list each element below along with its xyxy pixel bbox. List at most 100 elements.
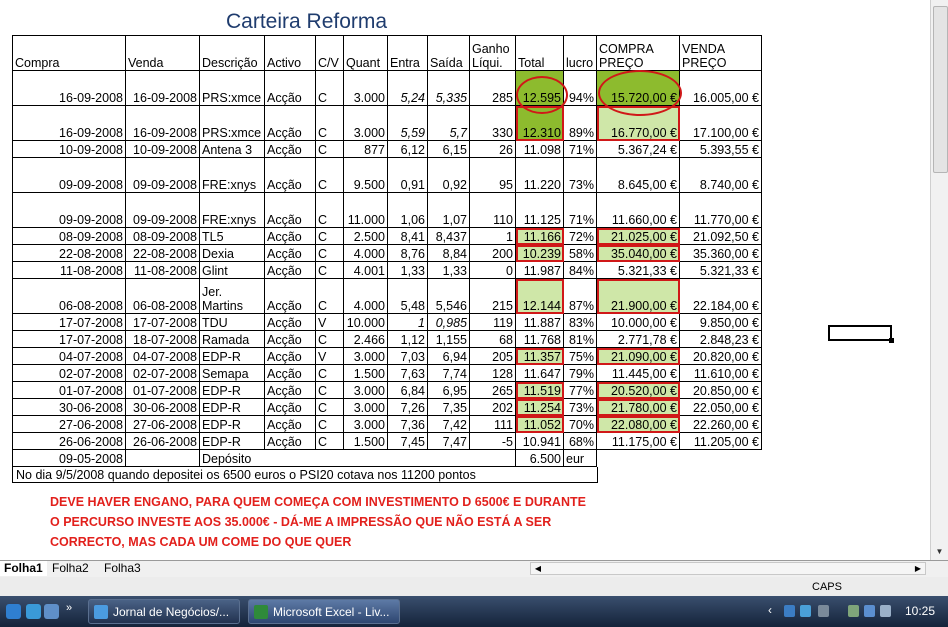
table-cell[interactable]: 8.740,00 € [679, 157, 762, 193]
column-header[interactable]: lucro [563, 35, 597, 71]
table-cell[interactable]: 73% [563, 157, 597, 193]
ie-quicklaunch-icon[interactable] [44, 604, 59, 619]
table-cell[interactable]: 75% [563, 347, 597, 365]
table-cell[interactable]: Depósito [199, 449, 516, 467]
table-cell[interactable]: 17-07-2008 [12, 313, 126, 331]
table-cell[interactable]: 7,63 [387, 364, 428, 382]
table-cell[interactable]: 5,546 [427, 278, 470, 314]
table-cell[interactable]: Acção [264, 432, 316, 450]
table-cell[interactable]: 83% [563, 313, 597, 331]
column-header[interactable]: Quant [343, 35, 388, 71]
table-cell[interactable]: C [315, 70, 344, 106]
table-cell[interactable]: 16-09-2008 [125, 105, 200, 141]
table-cell[interactable]: 58% [563, 244, 597, 262]
table-cell[interactable]: 22.184,00 € [679, 278, 762, 314]
table-cell[interactable]: 02-07-2008 [125, 364, 200, 382]
table-cell[interactable]: Acção [264, 157, 316, 193]
table-cell[interactable]: 71% [563, 140, 597, 158]
table-cell[interactable]: 21.900,00 € [596, 278, 680, 314]
table-cell[interactable]: 2.771,78 € [596, 330, 680, 348]
table-cell[interactable]: 30-06-2008 [125, 398, 200, 416]
table-cell[interactable]: 6,12 [387, 140, 428, 158]
table-cell[interactable]: 81% [563, 330, 597, 348]
table-cell[interactable]: C [315, 415, 344, 433]
tray-icon[interactable] [848, 605, 859, 617]
table-cell[interactable]: EDP-R [199, 432, 265, 450]
table-cell[interactable]: 3.000 [343, 70, 388, 106]
table-cell[interactable]: 0 [469, 261, 516, 279]
table-cell[interactable]: 20.520,00 € [596, 381, 680, 399]
table-cell[interactable]: EDP-R [199, 381, 265, 399]
table-cell[interactable]: 26 [469, 140, 516, 158]
table-cell[interactable]: 04-07-2008 [125, 347, 200, 365]
vertical-scroll-thumb[interactable] [933, 6, 948, 173]
table-cell[interactable]: V [315, 313, 344, 331]
table-cell[interactable]: -5 [469, 432, 516, 450]
show-desktop-icon[interactable] [26, 604, 41, 619]
table-cell[interactable]: 128 [469, 364, 516, 382]
column-header[interactable]: Venda [125, 35, 200, 71]
table-cell[interactable]: 12.144 [515, 278, 564, 314]
table-cell[interactable]: 11.205,00 € [679, 432, 762, 450]
table-cell[interactable]: 21.092,50 € [679, 227, 762, 245]
table-cell[interactable]: 72% [563, 227, 597, 245]
table-cell[interactable]: Acção [264, 381, 316, 399]
table-cell[interactable]: 35.040,00 € [596, 244, 680, 262]
table-cell[interactable]: 01-07-2008 [125, 381, 200, 399]
column-header[interactable]: Compra [12, 35, 126, 71]
sheet-tab-folha1[interactable]: Folha1 [0, 561, 47, 576]
table-cell[interactable]: 26-06-2008 [12, 432, 126, 450]
sheet-tab-folha2[interactable]: Folha2 [48, 561, 93, 576]
table-cell[interactable]: 70% [563, 415, 597, 433]
table-cell[interactable]: 7,45 [387, 432, 428, 450]
taskbar-button-excel[interactable]: Microsoft Excel - Liv... [248, 599, 400, 624]
table-cell[interactable]: 205 [469, 347, 516, 365]
table-cell[interactable]: 11.887 [515, 313, 564, 331]
table-cell[interactable]: FRE:xnys [199, 192, 265, 228]
table-cell[interactable]: 79% [563, 364, 597, 382]
table-cell[interactable]: 04-07-2008 [12, 347, 126, 365]
table-cell[interactable]: 02-07-2008 [12, 364, 126, 382]
table-cell[interactable]: 16.005,00 € [679, 70, 762, 106]
table-cell[interactable]: Ramada [199, 330, 265, 348]
table-cell[interactable]: 0,985 [427, 313, 470, 331]
scroll-down-arrow-icon[interactable]: ▼ [933, 545, 946, 558]
table-cell[interactable]: 10.239 [515, 244, 564, 262]
start-orb-icon[interactable] [6, 604, 21, 619]
table-cell[interactable]: 21.780,00 € [596, 398, 680, 416]
table-cell[interactable]: 9.850,00 € [679, 313, 762, 331]
quicklaunch-more-icon[interactable]: » [66, 602, 72, 614]
column-header[interactable]: Activo [264, 35, 316, 71]
table-cell[interactable]: 11.220 [515, 157, 564, 193]
table-cell[interactable]: 10-09-2008 [125, 140, 200, 158]
table-cell[interactable]: 5,48 [387, 278, 428, 314]
table-cell[interactable]: 4.000 [343, 244, 388, 262]
tray-icon[interactable] [818, 605, 829, 617]
table-cell[interactable]: 7,74 [427, 364, 470, 382]
table-cell[interactable]: Acção [264, 192, 316, 228]
scroll-right-arrow-icon[interactable]: ▶ [912, 563, 924, 574]
table-cell[interactable]: 110 [469, 192, 516, 228]
table-cell[interactable]: 11.254 [515, 398, 564, 416]
table-cell[interactable]: 3.000 [343, 347, 388, 365]
table-cell[interactable]: 95 [469, 157, 516, 193]
scroll-left-arrow-icon[interactable]: ◀ [532, 563, 544, 574]
table-cell[interactable]: 09-09-2008 [12, 157, 126, 193]
table-cell[interactable]: 8,84 [427, 244, 470, 262]
table-cell[interactable]: 6,84 [387, 381, 428, 399]
table-cell[interactable]: 10.941 [515, 432, 564, 450]
table-cell[interactable]: 68 [469, 330, 516, 348]
selected-cell[interactable] [828, 325, 894, 343]
table-cell[interactable]: 6,95 [427, 381, 470, 399]
table-cell[interactable]: Acção [264, 398, 316, 416]
table-cell[interactable]: FRE:xnys [199, 157, 265, 193]
table-cell[interactable]: C [315, 140, 344, 158]
table-cell[interactable]: C [315, 432, 344, 450]
column-header[interactable]: Total [515, 35, 564, 71]
spreadsheet-area[interactable]: Carteira Reforma Compra Venda Descrição Act… [0, 0, 930, 560]
table-cell[interactable]: Glint [199, 261, 265, 279]
tray-expand-icon[interactable]: ‹ [768, 603, 772, 617]
table-cell[interactable]: 1,155 [427, 330, 470, 348]
table-cell[interactable]: 11.768 [515, 330, 564, 348]
column-header[interactable]: COMPRA PREÇO [596, 35, 680, 71]
